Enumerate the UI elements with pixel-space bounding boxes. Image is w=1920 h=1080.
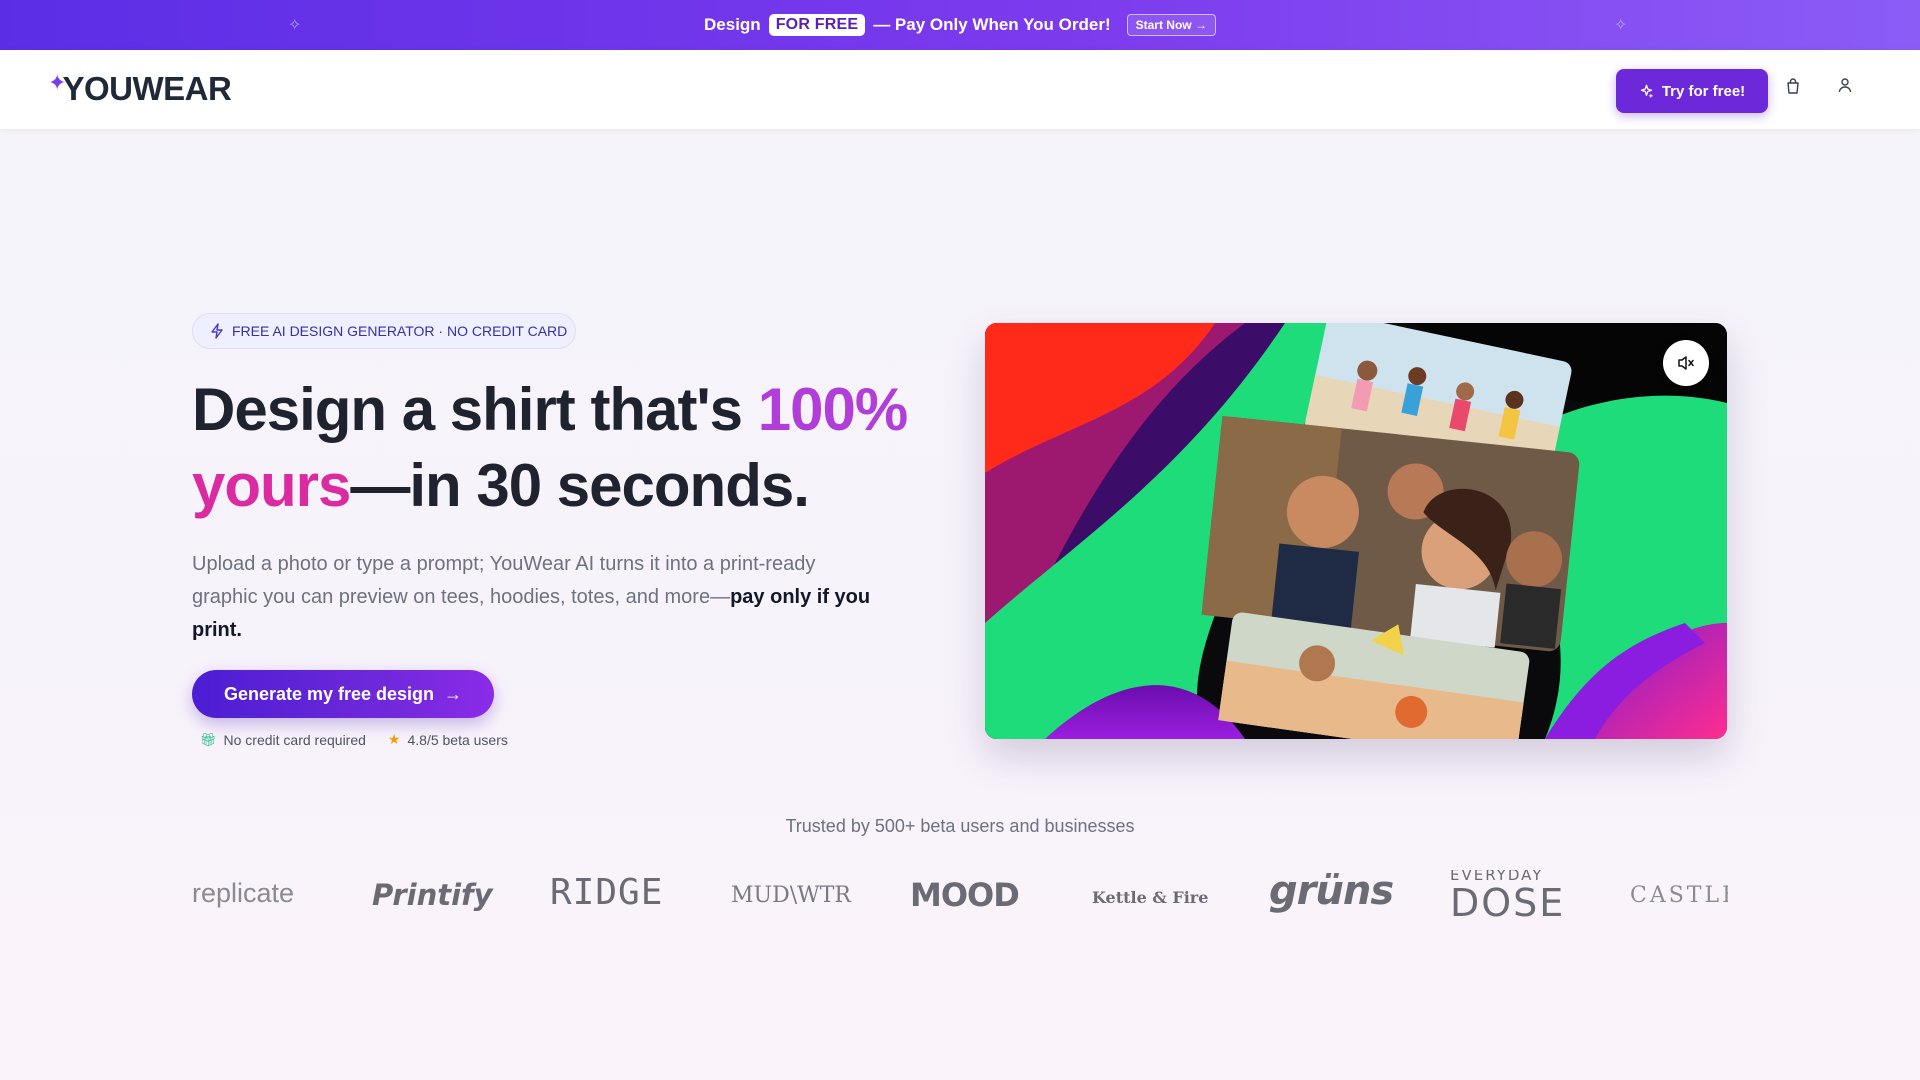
site-header: ✦ YOUWEAR Try for free! <box>0 50 1920 130</box>
dose-text: DOSE <box>1450 881 1566 925</box>
rating-note: ★ 4.8/5 beta users <box>388 731 508 748</box>
rating-label: 4.8/5 beta users <box>407 731 508 748</box>
volume-mute-icon <box>1678 356 1694 370</box>
arrow-right-icon: → <box>444 683 463 704</box>
brand-logo-kettle-fire: Kettle & Fire <box>1092 888 1209 907</box>
mute-button[interactable] <box>1663 340 1709 386</box>
promo-banner: ✧ Design FOR FREE — Pay Only When You Or… <box>0 0 1920 50</box>
hero-video[interactable] <box>985 323 1727 739</box>
sparkle-icon <box>1640 84 1654 98</box>
headline-accent-100: 100% <box>757 376 908 443</box>
logo-wordmark: YOUWEAR <box>62 70 232 107</box>
hero-subtext-main: Upload a photo or type a prompt; YouWear… <box>192 553 816 608</box>
gift-icon: 🎁︎ <box>200 731 217 747</box>
promo-highlight: FOR FREE <box>768 14 866 36</box>
promo-prefix: Design <box>704 15 761 34</box>
headline-part2: —in 30 seconds. <box>350 452 809 519</box>
brand-logo-everyday-dose: EVERYDAY DOSE <box>1450 870 1565 923</box>
no-credit-card-label: No credit card required <box>223 731 366 748</box>
brand-logo-strip: replicate Printify RIDGE MUD\WTR MOOD Ke… <box>192 870 1728 930</box>
sparkle-icon: ✧ <box>288 17 302 34</box>
brand-logo-mudwtr: MUD\WTR <box>731 883 851 908</box>
generate-design-button[interactable]: Generate my free design → <box>192 670 494 718</box>
promo-suffix: — Pay Only When You Order! <box>873 15 1111 34</box>
no-credit-card-note: 🎁︎ No credit card required <box>200 731 366 748</box>
brand-logo-mood: MOOD <box>910 876 1020 914</box>
hero-badge: FREE AI DESIGN GENERATOR · NO CREDIT CAR… <box>192 313 576 349</box>
hero-meta: 🎁︎ No credit card required ★ 4.8/5 beta … <box>200 731 508 748</box>
try-for-free-label: Try for free! <box>1661 82 1746 100</box>
trusted-heading: Trusted by 500+ beta users and businesse… <box>785 816 1135 836</box>
headline-accent-yours: yours <box>192 452 351 519</box>
promo-text: Design FOR FREE — Pay Only When You Orde… <box>704 14 1216 36</box>
brand-logo-ridge: RIDGE <box>550 872 664 913</box>
brand-logo-gruns: grüns <box>1269 870 1394 914</box>
user-icon[interactable] <box>1838 77 1852 93</box>
generate-design-label: Generate my free design <box>223 683 435 704</box>
brand-logo-printify: Printify <box>372 878 493 912</box>
brand-logo-castle: CASTLE <box>1630 883 1728 908</box>
sparkle-icon: ✧ <box>1614 17 1628 34</box>
star-icon: ★ <box>387 731 401 747</box>
hero-subtext: Upload a photo or type a prompt; YouWear… <box>192 548 872 647</box>
try-for-free-button[interactable]: Try for free! <box>1616 69 1768 113</box>
hero-headline: Design a shirt that's 100% yours—in 30 se… <box>192 372 952 524</box>
lightning-icon <box>211 323 223 339</box>
youwear-logo[interactable]: ✦ YOUWEAR <box>48 70 232 108</box>
shopping-bag-icon[interactable] <box>1786 78 1800 94</box>
video-frame <box>985 323 1727 739</box>
headline-part1: Design a shirt that's <box>192 376 758 443</box>
start-now-button[interactable]: Start Now → <box>1126 14 1216 36</box>
hero-badge-label: FREE AI DESIGN GENERATOR · NO CREDIT CAR… <box>232 323 568 339</box>
brand-logo-replicate: replicate <box>192 878 295 908</box>
